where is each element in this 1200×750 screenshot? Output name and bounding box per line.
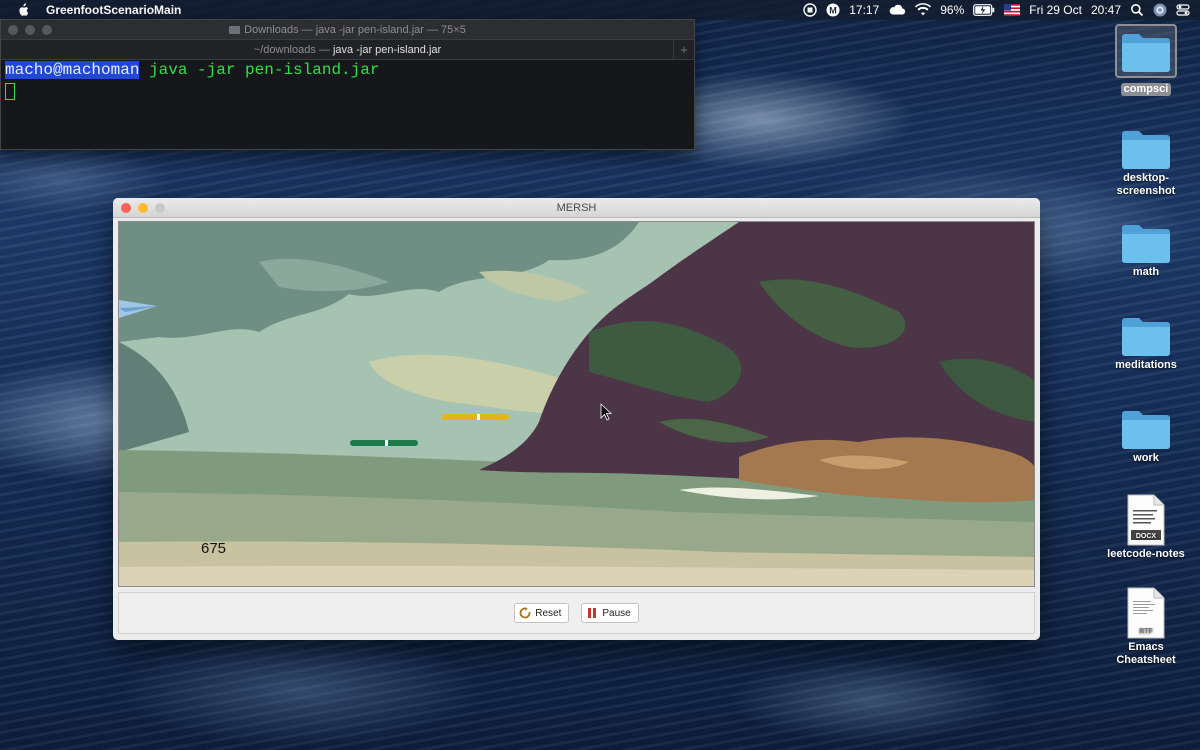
folder-icon [1122,225,1170,263]
terminal-tab[interactable]: ~/downloads — java -jar pen-island.jar + [1,39,694,60]
desktop-item-meditations[interactable]: meditations [1096,313,1196,372]
desktop-label: Emacs Cheatsheet [1116,641,1176,666]
game-world-canvas[interactable]: 675 [118,221,1035,587]
pause-icon [588,608,597,618]
battery-percent[interactable]: 96% [940,3,964,17]
desktop-label: compsci [1120,83,1172,96]
menubar-date[interactable]: Fri 29 Oct [1029,3,1082,17]
terminal-title-bar[interactable]: Downloads — java -jar pen-island.jar — 7… [1,20,694,39]
rtf-file-icon: RTF [1127,587,1165,639]
game-control-bar: Reset Pause [118,592,1035,634]
terminal-window[interactable]: Downloads — java -jar pen-island.jar — 7… [0,19,695,150]
minimize-button[interactable] [138,203,148,213]
game-window[interactable]: MERSH 675 Reset Pause [113,198,1040,640]
folder-icon [229,25,241,34]
folder-icon [1122,318,1170,356]
apple-icon[interactable] [16,3,30,17]
yellow-pen-sprite [441,414,509,420]
desktop-item-math[interactable]: math [1096,220,1196,279]
menubar-time[interactable]: 20:47 [1091,3,1121,17]
menu-bar: GreenfootScenarioMain M 17:17 96% Fri 29… [0,0,1200,20]
desktop-label: work [1133,452,1159,464]
zoom-button[interactable] [42,25,52,35]
rtf-badge: RTF [1139,628,1153,635]
search-icon[interactable] [1130,3,1144,17]
desktop-item-desktop-screenshot[interactable]: desktop- screenshot [1096,126,1196,198]
score-counter: 675 [201,540,227,557]
terminal-prompt: macho@machoman [5,61,140,79]
siri-icon[interactable] [1153,3,1167,17]
game-window-controls [121,203,165,213]
svg-text:M: M [829,6,837,16]
desktop-label: meditations [1115,359,1177,371]
malwarebytes-icon[interactable]: M [826,3,840,17]
desktop-label: desktop- screenshot [1116,172,1176,197]
menubar-clock-small[interactable]: 17:17 [849,3,879,17]
folder-icon [1122,411,1170,449]
desktop-item-leetcode-notes[interactable]: DOCX leetcode-notes [1096,494,1196,561]
docx-badge: DOCX [1136,533,1157,540]
desktop-label: math [1132,266,1160,278]
terminal-cursor [5,83,15,100]
desktop-item-emacs-cheatsheet[interactable]: RTF Emacs Cheatsheet [1096,587,1196,667]
pause-label: Pause [602,607,631,619]
desktop-item-compsci[interactable]: compsci [1096,24,1196,96]
desktop-label: leetcode-notes [1107,548,1185,560]
flag-icon[interactable] [1004,3,1021,17]
terminal-tab-dir: ~/downloads — [253,43,330,56]
beach-scene-image [119,222,1034,586]
terminal-output[interactable]: macho@machoman java -jar pen-island.jar [1,60,694,106]
wifi-icon[interactable] [915,3,932,17]
terminal-window-controls [8,25,52,35]
desktop-item-work[interactable]: work [1096,406,1196,465]
new-tab-button[interactable]: + [673,40,694,59]
folder-icon [1122,131,1170,169]
close-button[interactable] [121,203,131,213]
selection-highlight [1115,24,1177,78]
terminal-title: Downloads — java -jar pen-island.jar — 7… [244,23,466,36]
battery-icon[interactable] [973,3,995,17]
docx-file-icon: DOCX [1127,494,1165,546]
minimize-button[interactable] [25,25,35,35]
reset-label: Reset [535,607,562,619]
record-icon[interactable] [803,3,817,17]
terminal-command: java -jar pen-island.jar [139,61,380,79]
green-pen-sprite [350,440,418,446]
game-title: MERSH [556,201,597,214]
folder-icon [1122,34,1170,72]
pause-button[interactable]: Pause [581,603,639,623]
terminal-tab-cmd: java -jar pen-island.jar [332,43,442,56]
reset-icon [519,607,531,619]
control-center-icon[interactable] [1176,3,1190,17]
close-button[interactable] [8,25,18,35]
icloud-icon[interactable] [888,3,906,17]
reset-button[interactable]: Reset [514,603,570,623]
app-name-menu[interactable]: GreenfootScenarioMain [46,3,181,17]
game-title-bar[interactable]: MERSH [113,198,1040,218]
zoom-button[interactable] [155,203,165,213]
